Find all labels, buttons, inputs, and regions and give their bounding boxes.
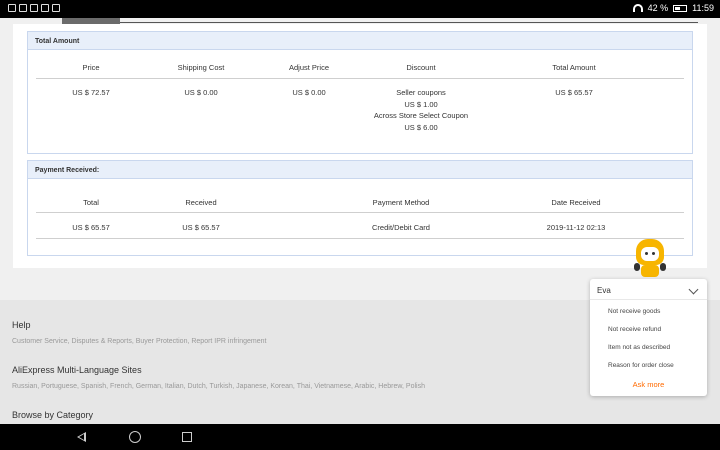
date-received-value: 2019-11-12 02:13 — [546, 223, 606, 232]
shipping-value: US $ 0.00 — [184, 88, 218, 97]
browse-title[interactable]: Browse by Category — [12, 410, 93, 420]
discount-value: Seller coupons US $ 1.00 Across Store Se… — [356, 87, 486, 133]
header-total-amount: Total Amount — [552, 63, 596, 72]
table-divider — [36, 238, 684, 239]
discount-line: US $ 1.00 — [404, 99, 438, 109]
chat-option[interactable]: Not receive refund — [608, 326, 661, 333]
payment-received-panel: Payment Received: Total Received Payment… — [27, 160, 693, 256]
back-icon[interactable] — [77, 432, 86, 442]
order-detail-card: Total Amount Price Shipping Cost Adjust … — [13, 24, 707, 268]
panel-title: Total Amount — [28, 32, 692, 50]
multilang-links[interactable]: Russian, Portuguese, Spanish, French, Ge… — [12, 383, 425, 390]
table-divider — [36, 212, 684, 213]
adjust-value: US $ 0.00 — [292, 88, 326, 97]
help-title: Help — [12, 320, 31, 330]
assistant-name: Eva — [597, 286, 611, 295]
chat-option[interactable]: Reason for order close — [608, 362, 674, 369]
payment-received-value: US $ 65.57 — [182, 223, 220, 232]
chat-assistant-popup: Eva Not receive goods Not receive refund… — [590, 279, 707, 396]
discount-line: Across Store Select Coupon — [373, 111, 469, 120]
home-icon[interactable] — [129, 431, 141, 443]
notification-icon — [52, 4, 60, 12]
status-bar: 42 % 11:59 — [0, 0, 720, 18]
wifi-icon — [632, 4, 643, 12]
divider — [590, 299, 707, 300]
clock: 11:59 — [692, 3, 714, 13]
price-value: US $ 72.57 — [72, 88, 110, 97]
divider — [120, 22, 698, 23]
payment-method-value: Credit/Debit Card — [372, 223, 430, 232]
navigation-bar — [0, 424, 720, 450]
header-payment-method: Payment Method — [372, 198, 430, 207]
recent-apps-icon[interactable] — [182, 432, 192, 442]
discount-line: Seller coupons — [396, 88, 446, 97]
notification-icons — [8, 4, 60, 12]
header-total: Total — [83, 198, 99, 207]
assistant-mascot-icon[interactable] — [631, 237, 669, 279]
notification-icon — [30, 4, 38, 12]
table-divider — [36, 78, 684, 79]
header-discount: Discount — [406, 63, 436, 72]
notification-icon — [41, 4, 49, 12]
battery-icon — [673, 4, 688, 12]
payment-total-value: US $ 65.57 — [72, 223, 110, 232]
ask-more-button[interactable]: Ask more — [590, 380, 707, 389]
chat-option[interactable]: Item not as described — [608, 344, 670, 351]
chevron-down-icon[interactable] — [688, 284, 699, 295]
header-shipping: Shipping Cost — [177, 63, 225, 72]
notification-icon — [19, 4, 27, 12]
chat-option[interactable]: Not receive goods — [608, 308, 660, 315]
help-links[interactable]: Customer Service, Disputes & Reports, Bu… — [12, 338, 266, 345]
total-value: US $ 65.57 — [555, 88, 593, 97]
notification-icon — [8, 4, 16, 12]
header-received: Received — [185, 198, 217, 207]
multilang-title: AliExpress Multi-Language Sites — [12, 365, 142, 375]
discount-line: US $ 6.00 — [404, 122, 438, 132]
battery-percent: 42 % — [647, 3, 669, 13]
header-price: Price — [82, 63, 100, 72]
panel-title: Payment Received: — [28, 161, 692, 179]
total-amount-panel: Total Amount Price Shipping Cost Adjust … — [27, 31, 693, 154]
header-adjust-price: Adjust Price — [288, 63, 330, 72]
header-date-received: Date Received — [551, 198, 601, 207]
